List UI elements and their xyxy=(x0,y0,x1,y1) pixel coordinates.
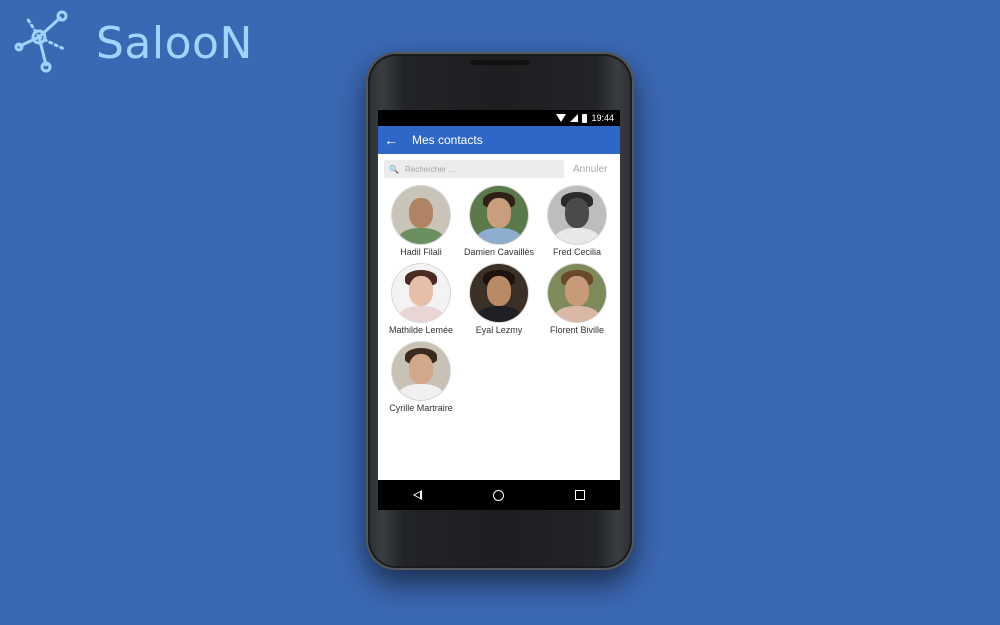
battery-icon xyxy=(582,113,588,123)
contact-item[interactable]: Mathilde Lemée xyxy=(382,264,460,336)
status-bar: 19:44 xyxy=(378,110,620,126)
contact-name: Cyrille Martraire xyxy=(389,403,453,413)
contact-name: Mathilde Lemée xyxy=(388,325,454,335)
status-time: 19:44 xyxy=(591,113,614,123)
contact-item[interactable]: Eyal Lezmy xyxy=(460,264,538,336)
search-input[interactable] xyxy=(404,164,545,174)
phone-device: 19:44 ← Mes contacts 🔍 Annuler Hadil Fil… xyxy=(366,52,634,570)
phone-earpiece xyxy=(470,60,530,65)
signal-icon xyxy=(570,114,579,122)
avatar xyxy=(548,186,606,244)
contact-item[interactable]: Florent Biville xyxy=(538,264,616,336)
cancel-button[interactable]: Annuler xyxy=(573,164,607,175)
search-row: 🔍 Annuler xyxy=(378,154,620,180)
contact-name: Florent Biville xyxy=(549,325,605,335)
wifi-icon xyxy=(556,114,567,122)
avatar xyxy=(392,186,450,244)
app-bar: ← Mes contacts xyxy=(378,126,620,154)
contact-name: Eyal Lezmy xyxy=(475,325,523,335)
search-box[interactable]: 🔍 xyxy=(384,160,564,178)
avatar xyxy=(470,186,528,244)
avatar xyxy=(548,264,606,322)
navigation-bar xyxy=(378,480,620,510)
search-icon: 🔍 xyxy=(389,164,399,174)
contact-name: Fred Cecilia xyxy=(552,247,601,257)
nav-recents-icon[interactable] xyxy=(574,490,585,500)
contact-item[interactable]: Fred Cecilia xyxy=(538,186,616,258)
app-logo: SalooN xyxy=(12,10,272,76)
contact-item[interactable]: Hadil Filali xyxy=(382,186,460,258)
phone-screen: 19:44 ← Mes contacts 🔍 Annuler Hadil Fil… xyxy=(378,110,620,510)
brand-name: SalooN xyxy=(96,18,253,69)
arrow-left-icon[interactable]: ← xyxy=(380,132,402,148)
nav-home-icon[interactable] xyxy=(492,489,504,501)
contact-item[interactable]: Cyrille Martraire xyxy=(382,342,460,414)
contact-name: Hadil Filali xyxy=(400,247,442,257)
avatar xyxy=(392,342,450,400)
contact-item[interactable]: Damien Cavaillès xyxy=(460,186,538,258)
nav-back-icon[interactable] xyxy=(413,490,423,500)
page-title: Mes contacts xyxy=(412,133,483,147)
contacts-grid: Hadil Filali Damien Cavaillès Fred Cecil… xyxy=(378,180,620,414)
contact-name: Damien Cavaillès xyxy=(463,247,535,257)
avatar xyxy=(392,264,450,322)
network-nodes-icon xyxy=(14,10,68,73)
avatar xyxy=(470,264,528,322)
